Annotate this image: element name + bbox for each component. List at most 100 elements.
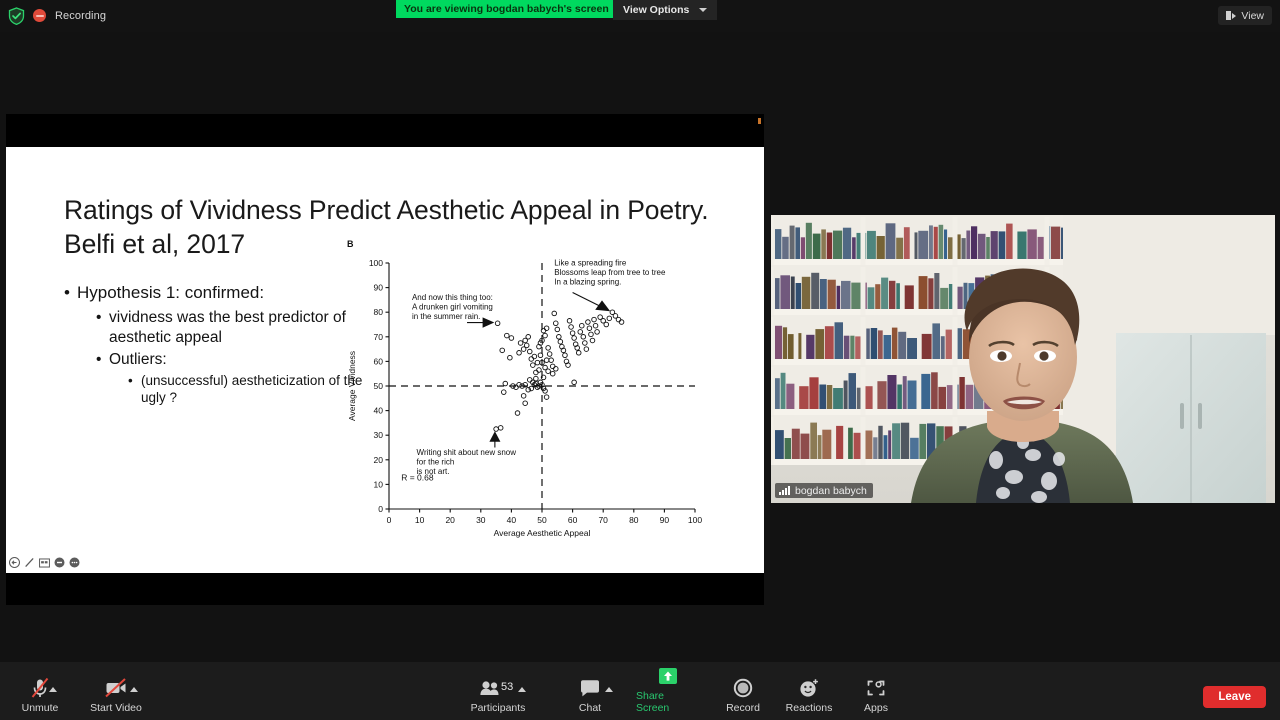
apps-bracket-icon [865,677,887,699]
reactions-smiley-icon [798,677,820,699]
meeting-controls-bar: Unmute Start Video 53 Participants Chat … [0,662,1280,720]
zoom-meeting-window: Recording You are viewing bogdan babych'… [0,0,1280,720]
chat-caret-icon[interactable] [605,687,613,692]
svg-text:80: 80 [629,515,639,525]
slides-grid-icon[interactable] [39,557,50,568]
view-layout-button[interactable]: View [1217,6,1272,25]
svg-text:60: 60 [568,515,578,525]
start-video-label: Start Video [90,702,142,714]
apps-label: Apps [864,702,888,714]
svg-text:90: 90 [660,515,670,525]
svg-text:80: 80 [374,307,384,317]
shared-screen-area[interactable]: Ratings of Vividness Predict Aesthetic A… [6,114,764,605]
svg-text:30: 30 [374,430,384,440]
svg-text:20: 20 [445,515,455,525]
record-label: Record [726,702,760,714]
share-screen-icon [657,665,679,687]
participants-icon: 53 [479,677,517,699]
svg-text:Average Aesthetic Appeal: Average Aesthetic Appeal [494,528,591,538]
view-options-label: View Options [623,4,690,16]
start-video-button[interactable]: Start Video [84,677,148,714]
audio-options-caret-icon[interactable] [49,687,57,692]
svg-text:50: 50 [537,515,547,525]
unmute-button[interactable]: Unmute [8,677,72,714]
top-bar-left-group: Recording [8,7,106,25]
chevron-down-icon [699,8,708,12]
layout-view-icon [1225,11,1237,20]
leave-button[interactable]: Leave [1203,686,1266,708]
recording-label: Recording [55,10,107,22]
pen-icon[interactable] [24,557,35,568]
participants-button[interactable]: 53 Participants [466,677,530,714]
shield-check-icon[interactable] [8,7,25,25]
participants-label: Participants [470,702,526,714]
participant-name-text: bogdan babych [795,484,867,497]
svg-text:Average Vividness: Average Vividness [347,351,357,421]
view-options-button[interactable]: View Options [613,0,718,20]
slide-letterbox-bottom [6,573,764,605]
apps-button[interactable]: Apps [844,677,908,714]
recording-dot-icon[interactable] [32,8,48,24]
video-options-caret-icon[interactable] [130,687,138,692]
view-pill-label: View [1241,9,1264,22]
svg-text:40: 40 [374,406,384,416]
presenter-toolbar[interactable] [9,557,80,568]
bullet-marker-icon: • [64,283,70,302]
svg-text:0: 0 [387,515,392,525]
svg-text:100: 100 [369,258,383,268]
scatter-chart: B 0 10 20 30 40 50 60 70 80 90 100 0 10 20 30 40 50 60 70 80… [343,237,708,555]
svg-text:70: 70 [374,332,384,342]
svg-text:B: B [347,239,354,249]
unmute-label: Unmute [21,702,59,714]
svg-text:20: 20 [374,455,384,465]
screen-share-indicator-dot [758,118,761,124]
svg-text:A drunken girl vomiting: A drunken girl vomiting [412,302,493,311]
share-screen-button[interactable]: Share Screen [636,665,700,714]
pointer-icon[interactable] [9,557,20,568]
slide-letterbox-top [6,114,764,147]
bullet-marker-icon: • [128,372,133,388]
svg-text:Writing shit about new snow: Writing shit about new snow [417,448,517,457]
svg-text:40: 40 [507,515,517,525]
record-button[interactable]: Record [711,677,775,714]
more-options-icon[interactable] [69,557,80,568]
svg-text:50: 50 [374,381,384,391]
participants-caret-icon[interactable] [518,687,526,692]
reactions-button[interactable]: Reactions [777,677,841,714]
svg-text:53: 53 [501,681,513,693]
participant-name-label: bogdan babych [775,483,873,498]
presentation-slide[interactable]: Ratings of Vividness Predict Aesthetic A… [6,147,764,573]
bullet-text: Hypothesis 1: confirmed: [77,283,265,302]
chat-bubble-icon [579,677,601,699]
svg-text:10: 10 [415,515,425,525]
bullet-marker-icon: • [96,309,102,327]
viewing-screen-banner: You are viewing bogdan babych's screen [396,0,617,18]
svg-text:And now this thing too:: And now this thing too: [412,293,493,302]
share-screen-label: Share Screen [636,690,670,714]
participant-video-tile[interactable]: bogdan babych [771,215,1275,503]
svg-text:is not art.: is not art. [417,467,450,476]
record-circle-icon [732,677,754,699]
svg-text:60: 60 [374,356,384,366]
svg-text:0: 0 [378,504,383,514]
svg-text:10: 10 [374,479,384,489]
svg-text:for the rich: for the rich [417,457,455,466]
microphone-muted-icon [29,677,51,699]
svg-text:90: 90 [374,283,384,293]
svg-text:in the summer rain.: in the summer rain. [412,312,480,321]
chat-button[interactable]: Chat [558,677,622,714]
bullet-marker-icon: • [96,350,102,368]
webcam-video-frame [771,215,1275,503]
svg-text:In a blazing spring.: In a blazing spring. [554,277,621,286]
reactions-label: Reactions [785,702,833,714]
bullet-text: vividness was the best predictor of aest… [109,309,346,347]
bullet-text: (unsuccessful) aestheticization of the u… [141,372,363,406]
bullet-text: Outliers: [109,350,167,368]
svg-text:Like a spreading fire: Like a spreading fire [554,258,627,267]
top-bar: Recording You are viewing bogdan babych'… [0,0,1280,32]
svg-text:Blossoms leap from tree to tre: Blossoms leap from tree to tree [554,268,666,277]
svg-text:70: 70 [598,515,608,525]
zoom-icon[interactable] [54,557,65,568]
signal-strength-icon [779,486,790,495]
camera-muted-icon [104,677,128,699]
